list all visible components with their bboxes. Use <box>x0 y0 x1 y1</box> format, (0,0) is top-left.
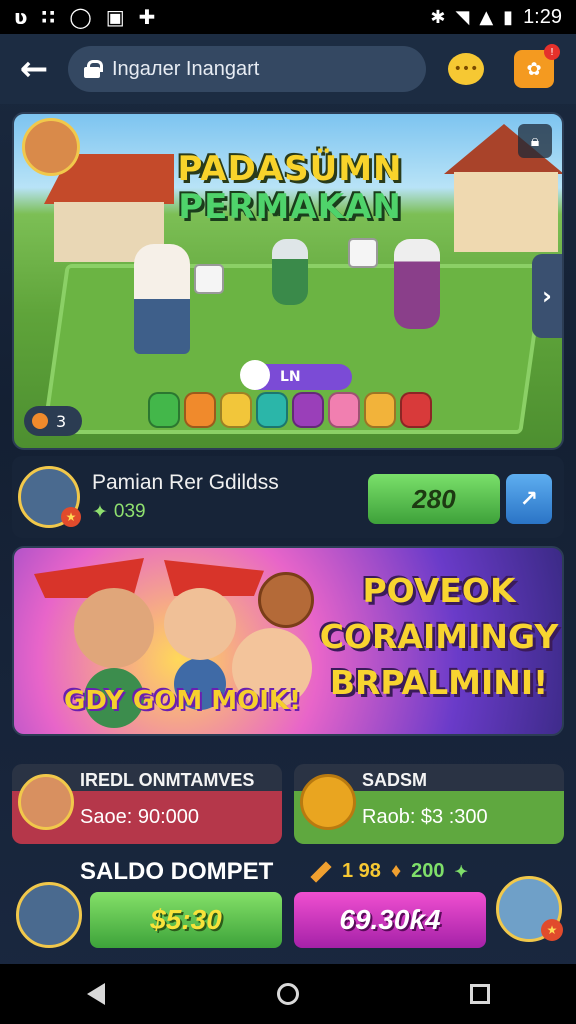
wallet-avatar-right[interactable]: ★ <box>496 876 563 942</box>
dots-icon: ∷ <box>41 5 56 29</box>
chat-bubble-icon[interactable]: ••• <box>448 53 484 85</box>
share-button[interactable]: ↗ <box>506 474 552 524</box>
avatar <box>18 774 74 830</box>
player-character-2 <box>272 239 308 305</box>
dice-icon <box>348 238 378 268</box>
plus-icon: ✚ <box>138 5 156 29</box>
share-icon: ↗ <box>519 486 539 512</box>
lives-counter: 3 <box>24 406 82 436</box>
address-bar[interactable]: Ingaлer Inangart <box>68 46 426 92</box>
top-app-bar: ← Ingaлer Inangart ••• ✿! <box>0 34 576 104</box>
lock-icon <box>84 60 103 78</box>
fire-icon: ♦ <box>390 860 402 882</box>
game-title-line-2: PERMAKAN <box>178 187 402 227</box>
player-score-value: 039 <box>113 501 146 522</box>
triangle-back-icon <box>87 983 105 1005</box>
lock-badge-icon[interactable]: 🔒︎ <box>518 124 552 158</box>
square-icon: ▣ <box>105 5 125 29</box>
profile-avatar[interactable] <box>22 118 80 176</box>
wallet-stats: 1 98 ♦ 200 ✦ <box>310 860 468 883</box>
game-title: PADASÜMN PERMAKAN <box>14 149 562 227</box>
system-nav-bar <box>0 964 576 1024</box>
coin-stack <box>400 392 432 428</box>
status-right-icons: ✱ ◥ ▲ ▮ 1:29 <box>430 6 562 29</box>
orange-gem-icon <box>32 413 48 429</box>
nav-recents-button[interactable] <box>460 974 500 1014</box>
back-arrow-icon[interactable]: ← <box>14 49 54 89</box>
bluetooth-icon: ✱ <box>430 6 446 28</box>
wallet-title: SALDO DOMPET <box>80 858 274 885</box>
coin-stack <box>220 392 252 428</box>
wallet-stat-2: 200 <box>411 860 445 882</box>
coin-stack <box>184 392 216 428</box>
stats-card-green[interactable]: SADSM Raob: $3 :300 <box>294 764 564 844</box>
notification-dot: ! <box>544 44 560 60</box>
player-avatar[interactable]: ★ <box>18 466 81 528</box>
card-value: Raob: $3 :300 <box>362 806 488 828</box>
status-clock: 1:29 <box>523 5 562 28</box>
chevron-right-icon[interactable]: › <box>532 254 562 338</box>
address-text: Ingaлer Inangart <box>112 57 260 80</box>
status-left-icons: ʋ ∷ ◯ ▣ ✚ <box>14 5 155 29</box>
square-recents-icon <box>470 984 490 1004</box>
card-value: Saoe: 90:000 <box>80 806 199 828</box>
coin-stack <box>328 392 360 428</box>
turn-indicator-label: LN <box>280 369 301 385</box>
player-row: ★ Pamian Rer Gdildss ✦ 039 280 ↗ <box>12 456 564 538</box>
nav-back-button[interactable] <box>76 974 116 1014</box>
player-action-button[interactable]: 280 <box>368 474 500 524</box>
player-info: Pamian Rer Gdildss ✦ 039 <box>92 471 279 524</box>
cookie-icon <box>258 572 314 628</box>
player-score: ✦ 039 <box>92 501 279 524</box>
player-name: Pamian Rer Gdildss <box>92 470 279 494</box>
wallet-button-green[interactable]: $5:30 <box>90 892 282 948</box>
nav-home-button[interactable] <box>268 974 308 1014</box>
sync-icon: ◯ <box>69 5 92 29</box>
gold-coin-icon <box>300 774 356 830</box>
coin-stack <box>148 392 180 428</box>
signal-icon: ▲ <box>479 6 494 28</box>
coin-stack <box>364 392 396 428</box>
kid-character-1 <box>74 588 154 668</box>
wallet-button-magenta[interactable]: 69.30ƙ4 <box>294 892 486 948</box>
gift-icon[interactable]: ✿! <box>514 44 560 88</box>
wifi-icon: ◥ <box>455 6 470 28</box>
promo-headline-1: POVEOK <box>362 571 516 610</box>
promo-subtitle: GDY GOM MOIK! <box>64 686 301 716</box>
sparkle-icon: ✦ <box>92 501 108 523</box>
game-hero-scene[interactable]: PADASÜMN PERMAKAN 🔒︎ › LN 3 <box>12 112 564 450</box>
status-bar: ʋ ∷ ◯ ▣ ✚ ✱ ◥ ▲ ▮ 1:29 <box>0 0 576 34</box>
app-screen: ʋ ∷ ◯ ▣ ✚ ✱ ◥ ▲ ▮ 1:29 ← Ingaлer Inangar… <box>0 0 576 1024</box>
promo-banner[interactable]: POVEOK CORAIMINGY BRPALMINI! GDY GOM MOI… <box>12 546 564 736</box>
circle-home-icon <box>277 983 299 1005</box>
wallet-stat-1: 1 98 <box>342 860 381 882</box>
promo-headline-3: BRPALMINI! <box>329 663 549 702</box>
game-title-line-1: PADASÜMN <box>177 149 403 189</box>
app-notification-icon: ʋ <box>14 5 28 29</box>
wallet-avatar-left[interactable] <box>16 882 82 948</box>
card-title: SADSM <box>362 770 428 790</box>
player-character-3 <box>394 239 440 329</box>
coin-stack <box>256 392 288 428</box>
coin-stacks <box>148 392 432 428</box>
promo-headline-2: CORAIMINGY <box>319 617 559 656</box>
dice-icon <box>194 264 224 294</box>
star-badge-icon: ★ <box>541 919 563 941</box>
player-character-1 <box>134 244 190 354</box>
card-title: IREDL ONMTAMVES <box>80 770 255 790</box>
cat-icon <box>240 360 270 390</box>
battery-icon: ▮ <box>503 6 514 28</box>
lives-counter-value: 3 <box>56 411 67 431</box>
kid-character-2 <box>164 588 236 660</box>
stats-card-red[interactable]: IREDL ONMTAMVES Saoe: 90:000 <box>12 764 282 844</box>
turn-indicator-pill: LN <box>240 360 352 390</box>
sparkle-icon: ✦ <box>454 863 468 881</box>
star-badge-icon: ★ <box>61 507 81 527</box>
promo-headline: POVEOK CORAIMINGY BRPALMINI! <box>314 568 562 706</box>
pencil-icon <box>310 860 332 883</box>
coin-stack <box>292 392 324 428</box>
